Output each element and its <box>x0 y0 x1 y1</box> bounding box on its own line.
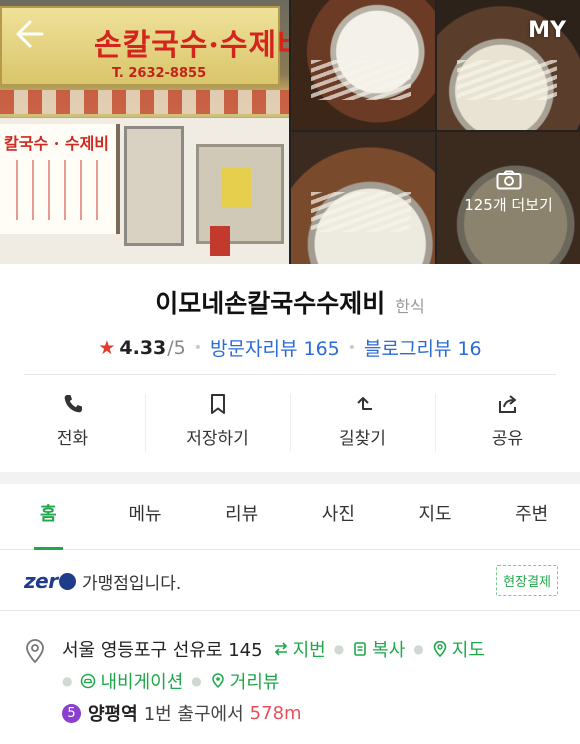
nearby-station: 5 양평역 1번 출구에서 578m <box>62 700 302 726</box>
station-name: 양평역 <box>88 704 138 725</box>
tab-menu[interactable]: 메뉴 <box>97 484 194 549</box>
star-icon: ★ <box>98 336 116 359</box>
navigation-link[interactable]: 내비게이션 <box>80 668 183 694</box>
food-photo-1[interactable] <box>291 0 435 130</box>
tab-nearby[interactable]: 주변 <box>483 484 580 549</box>
photo-gallery[interactable]: 손칼국수·수제비 T. 2632-8855 칼국수 · 수제비 MY 125개 … <box>0 0 580 264</box>
directions-icon <box>356 397 372 410</box>
bookmark-icon <box>210 394 225 414</box>
rating-max: /5 <box>167 336 186 359</box>
map-label: 지도 <box>451 640 485 661</box>
map-link[interactable]: 지도 <box>432 636 485 662</box>
exit-text: 1번 출구에서 <box>143 704 244 725</box>
food-photo-3[interactable] <box>291 132 435 264</box>
door <box>124 126 184 246</box>
copy-address-link[interactable]: 복사 <box>352 636 405 662</box>
place-category: 한식 <box>395 297 425 316</box>
street-view-link[interactable]: 거리뷰 <box>210 668 280 694</box>
place-name: 이모네손칼국수수제비 <box>155 289 386 318</box>
share-icon <box>498 395 516 413</box>
lot-address-link[interactable]: 지번 <box>273 636 326 662</box>
save-button[interactable]: 저장하기 <box>145 390 290 458</box>
side-sign: 칼국수 · 수제비 <box>0 124 120 234</box>
zeropay-row: zer 가맹점입니다. 현장결제 <box>0 551 580 611</box>
zeropay-logo: zer <box>24 569 76 593</box>
lot-address-label: 지번 <box>292 640 326 661</box>
my-button[interactable]: MY <box>528 18 566 43</box>
section-gap <box>0 472 580 484</box>
street-view-label: 거리뷰 <box>229 672 280 693</box>
car-icon <box>81 673 96 689</box>
share-label: 공유 <box>491 429 524 449</box>
navigation-label: 내비게이션 <box>100 672 184 693</box>
directions-button[interactable]: 길찾기 <box>290 390 435 458</box>
location-pin-icon <box>26 639 44 664</box>
back-arrow-icon[interactable] <box>12 16 52 52</box>
storefront-sign-text: 손칼국수·수제비 <box>94 28 289 63</box>
save-label: 저장하기 <box>186 429 249 449</box>
more-photos-button[interactable]: 125개 더보기 <box>437 170 580 215</box>
station-distance: 578m <box>249 702 302 724</box>
call-button[interactable]: 전화 <box>0 390 145 458</box>
phone-icon <box>64 395 82 413</box>
street-view-icon <box>212 673 224 689</box>
more-photos-label: 125개 더보기 <box>464 196 553 214</box>
action-bar: 전화 저장하기 길찾기 공유 <box>0 390 580 458</box>
awning <box>0 90 289 114</box>
address-text: 서울 영등포구 선유로 145 <box>62 640 263 661</box>
visitor-reviews-link[interactable]: 방문자리뷰 165 <box>210 334 340 361</box>
camera-icon <box>496 170 521 190</box>
shop-front: 칼국수 · 수제비 <box>0 118 289 264</box>
rating-score: 4.33 <box>119 336 167 359</box>
divider <box>24 374 556 375</box>
directions-label: 길찾기 <box>339 429 386 449</box>
subway-line-badge: 5 <box>62 703 81 723</box>
place-summary: 이모네손칼국수수제비 한식 ★ 4.33 /5 • 방문자리뷰 165 • 블로… <box>0 284 580 361</box>
map-pin-icon <box>433 641 447 657</box>
tab-bar: 홈 메뉴 리뷰 사진 지도 주변 <box>0 484 580 550</box>
copy-label: 복사 <box>372 640 406 661</box>
tab-map[interactable]: 지도 <box>387 484 484 549</box>
storefront-photo[interactable]: 손칼국수·수제비 T. 2632-8855 칼국수 · 수제비 <box>0 0 289 264</box>
swap-icon <box>274 642 287 656</box>
tab-reviews[interactable]: 리뷰 <box>193 484 290 549</box>
storefront-phone: T. 2632-8855 <box>112 66 207 81</box>
share-button[interactable]: 공유 <box>435 390 580 458</box>
tab-home[interactable]: 홈 <box>0 484 97 550</box>
blog-reviews-link[interactable]: 블로그리뷰 16 <box>364 334 482 361</box>
side-sign-text: 칼국수 · 수제비 <box>4 134 110 153</box>
zeropay-text: 가맹점입니다. <box>82 574 182 594</box>
tab-photos[interactable]: 사진 <box>290 484 387 549</box>
call-label: 전화 <box>56 429 89 449</box>
copy-icon <box>354 642 366 656</box>
onsite-payment-badge: 현장결제 <box>496 565 558 596</box>
